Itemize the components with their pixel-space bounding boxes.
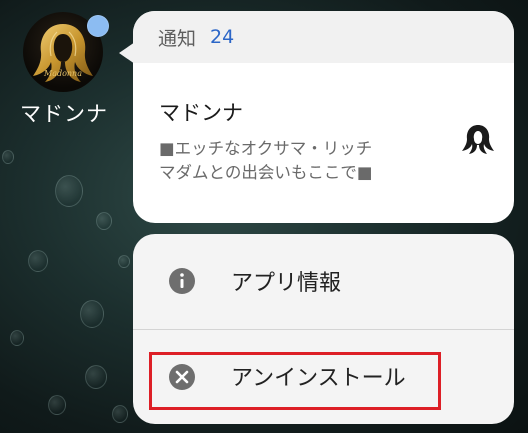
wallpaper-bubble [96, 212, 112, 230]
wallpaper-bubble [28, 250, 48, 272]
notification-message: ■エッチなオクサマ・リッチ マダムとの出会いもここで■ [159, 137, 439, 185]
info-icon [169, 268, 195, 294]
notification-message-line: マダムとの出会いもここで■ [159, 163, 373, 182]
notification-message-line: ■エッチなオクサマ・リッチ [159, 139, 373, 158]
wallpaper-bubble [85, 365, 107, 389]
menu-item-label: アプリ情報 [231, 271, 342, 296]
notification-thumbnail-icon [462, 125, 494, 154]
uninstall-highlight-frame [149, 352, 441, 410]
app-logo-text: Madonna [44, 69, 82, 78]
notification-card[interactable]: 通知 24 マドンナ ■エッチなオクサマ・リッチ マダムとの出会いもここで■ [133, 11, 514, 223]
notification-count: 24 [210, 26, 235, 48]
wallpaper-bubble [118, 255, 130, 268]
wallpaper-bubble [112, 405, 128, 423]
wallpaper-bubble [80, 300, 104, 328]
notification-item[interactable]: マドンナ ■エッチなオクサマ・リッチ マダムとの出会いもここで■ [133, 63, 514, 185]
notification-dot [87, 15, 109, 37]
app-label: マドンナ [20, 102, 108, 126]
menu-item-app-info[interactable]: アプリ情報 [133, 234, 514, 329]
wallpaper-bubble [10, 330, 24, 346]
notification-header-title: 通知 [158, 27, 197, 50]
wallpaper-bubble [2, 150, 14, 164]
wallpaper-bubble [48, 395, 66, 415]
wallpaper-bubble [55, 175, 83, 207]
notification-header: 通知 24 [133, 11, 514, 63]
